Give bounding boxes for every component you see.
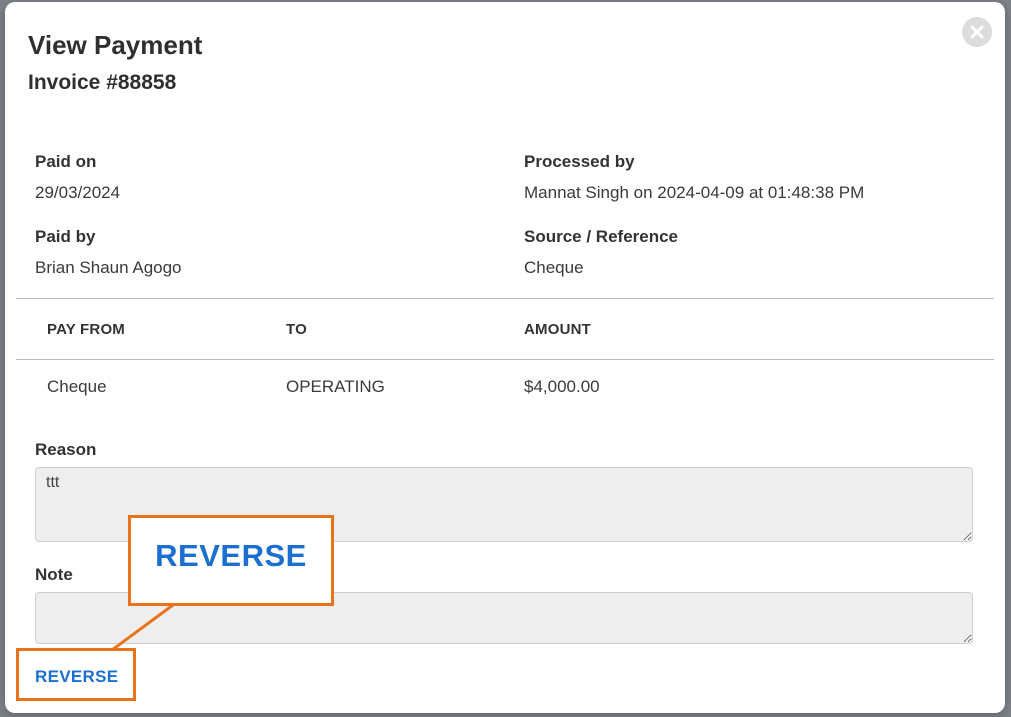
invoice-number: Invoice #88858 <box>28 71 177 94</box>
note-label: Note <box>35 565 73 584</box>
cell-to: OPERATING <box>286 377 385 396</box>
processed-by-label: Processed by <box>524 152 635 171</box>
column-header-to: TO <box>286 321 307 338</box>
paid-on-label: Paid on <box>35 152 97 171</box>
reason-label: Reason <box>35 440 97 459</box>
reverse-button[interactable]: REVERSE <box>35 667 118 687</box>
table-header-divider <box>16 359 994 360</box>
source-reference-value: Cheque <box>524 258 584 277</box>
view-payment-modal: View Payment Invoice #88858 Paid on 29/0… <box>5 2 1005 713</box>
source-reference-label: Source / Reference <box>524 227 679 246</box>
reverse-zoom-label: REVERSE <box>155 537 307 573</box>
close-button[interactable] <box>962 17 992 47</box>
reverse-zoom-callout: REVERSE <box>128 515 334 606</box>
paid-by-label: Paid by <box>35 227 96 246</box>
paid-on-value: 29/03/2024 <box>35 183 121 202</box>
paid-by-value: Brian Shaun Agogo <box>35 258 182 277</box>
close-x-icon <box>970 25 984 39</box>
table-top-divider <box>16 298 994 299</box>
processed-by-value: Mannat Singh on 2024-04-09 at 01:48:38 P… <box>524 183 865 202</box>
column-header-pay-from: PAY FROM <box>47 321 126 338</box>
cell-amount: $4,000.00 <box>524 377 600 396</box>
cell-pay-from: Cheque <box>47 377 107 396</box>
modal-title: View Payment <box>28 30 203 60</box>
column-header-amount: AMOUNT <box>524 321 592 338</box>
